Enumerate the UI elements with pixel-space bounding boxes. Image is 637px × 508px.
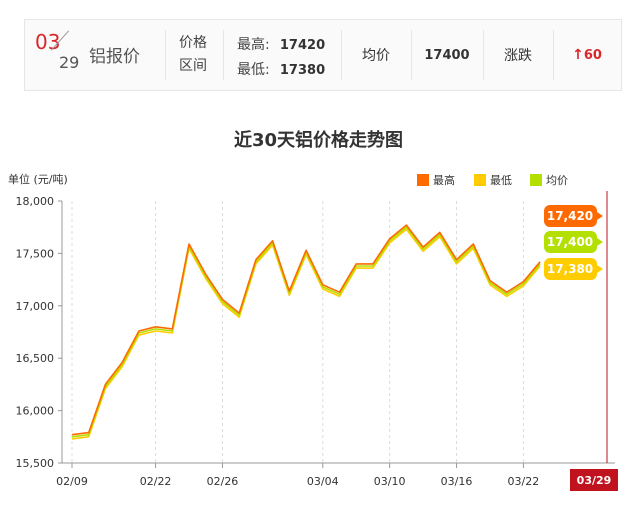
x-tick-label: 03/10 bbox=[374, 475, 406, 488]
x-tick-label: 03/22 bbox=[508, 475, 540, 488]
y-tick-label: 17,500 bbox=[16, 247, 55, 260]
y-tick-label: 18,000 bbox=[16, 195, 55, 208]
x-tick-label: 03/16 bbox=[441, 475, 473, 488]
price-trend-chart: 15,500 16,000 16,500 17,000 17,500 18,000 02/0… bbox=[0, 0, 618, 491]
y-tick-label: 15,500 bbox=[16, 457, 55, 470]
x-tick-label: 02/22 bbox=[140, 475, 172, 488]
end-label-avg-pointer bbox=[597, 238, 603, 246]
end-label-avg: 17,400 bbox=[547, 235, 593, 249]
x-tick-label: 03/04 bbox=[307, 475, 339, 488]
y-tick-label: 16,500 bbox=[16, 352, 55, 365]
y-tick-label: 16,000 bbox=[16, 405, 55, 418]
x-tick-label: 02/09 bbox=[56, 475, 88, 488]
y-tick-label: 17,000 bbox=[16, 300, 55, 313]
end-label-high: 17,420 bbox=[547, 209, 593, 223]
series-line-avg bbox=[71, 226, 541, 438]
current-date-label: 03/29 bbox=[577, 474, 612, 487]
series-line-low bbox=[71, 228, 541, 440]
end-label-low: 17,380 bbox=[547, 262, 593, 276]
end-label-high-pointer bbox=[597, 212, 603, 220]
end-label-low-pointer bbox=[597, 265, 603, 273]
x-tick-label: 02/26 bbox=[207, 475, 239, 488]
